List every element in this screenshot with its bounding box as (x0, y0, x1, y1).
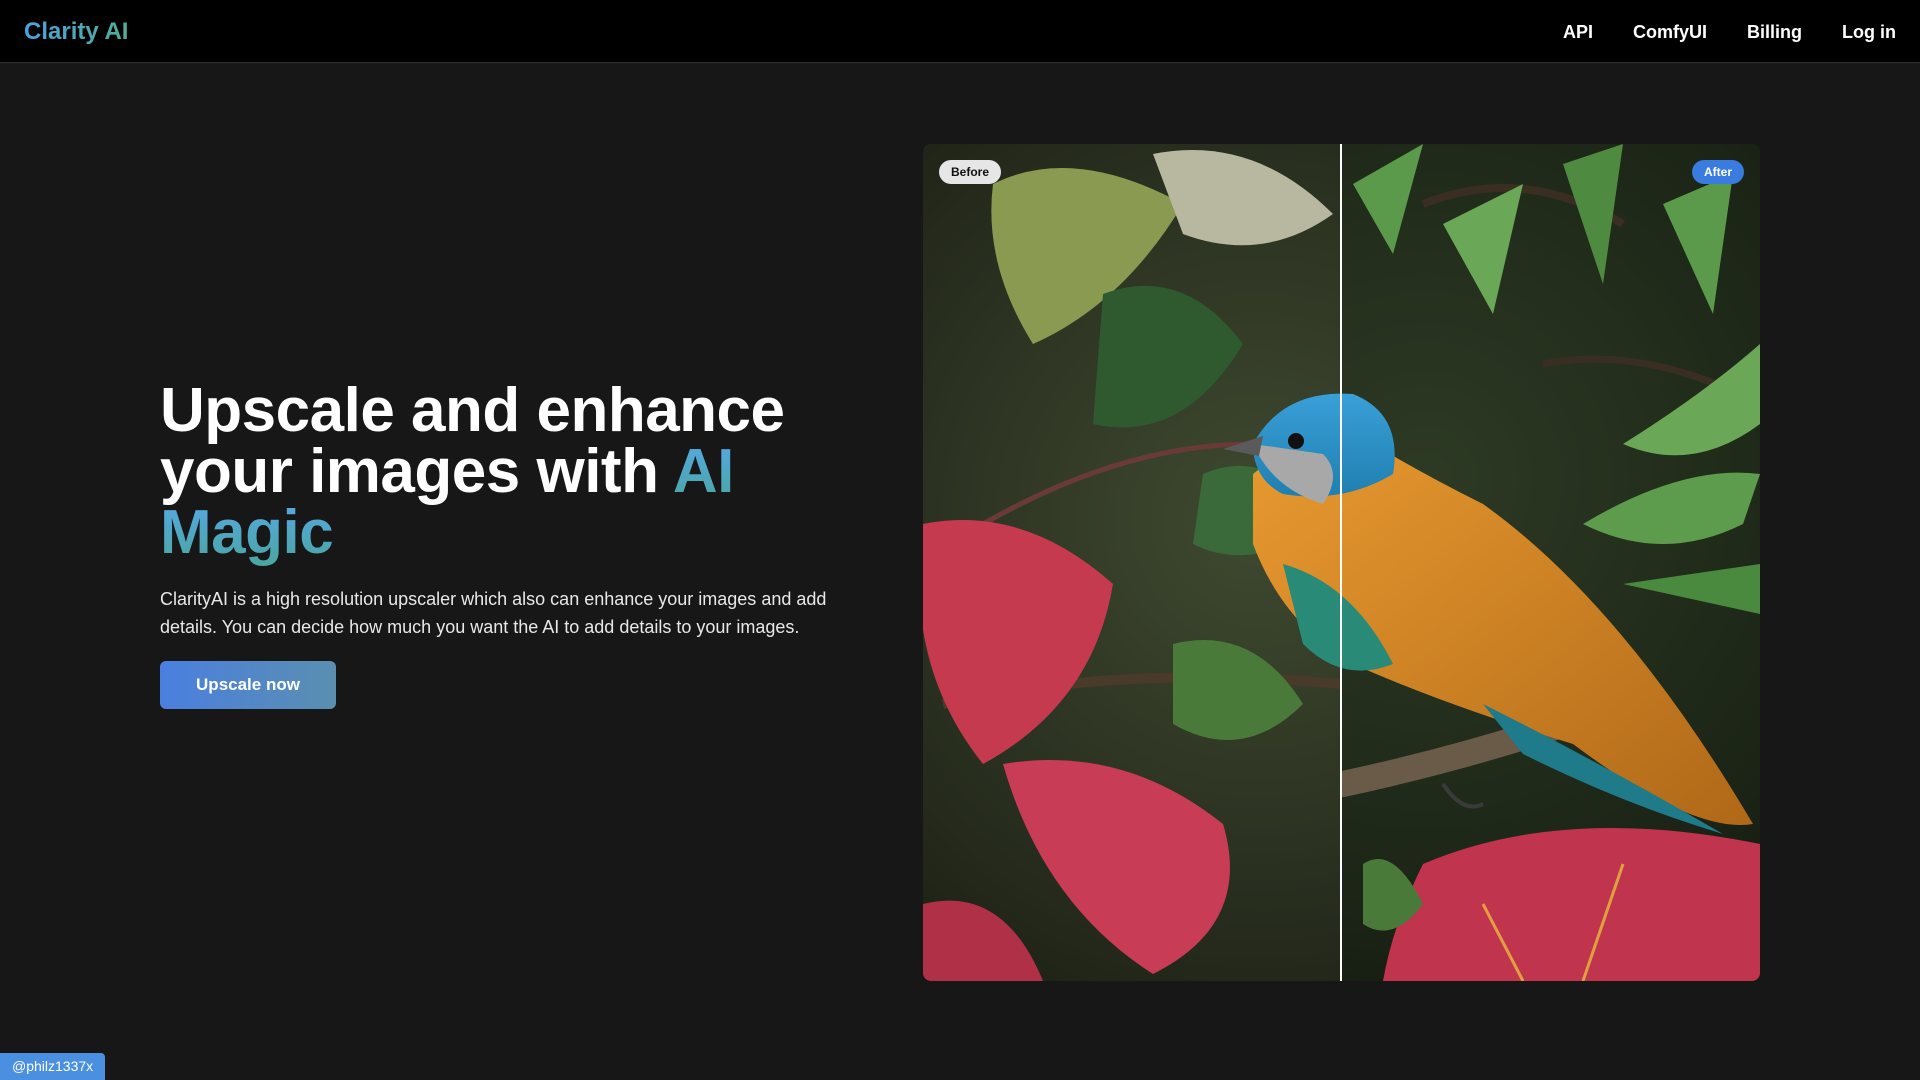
after-badge: After (1691, 160, 1744, 184)
before-badge: Before (939, 160, 1002, 184)
hero-description: ClarityAI is a high resolution upscaler … (160, 589, 827, 637)
upscale-now-button[interactable]: Upscale now (160, 661, 336, 709)
brand-logo[interactable]: Clarity AI (24, 18, 128, 46)
nav-link-api[interactable]: API (1563, 20, 1593, 44)
nav-link-comfyui[interactable]: ComfyUI (1633, 20, 1707, 44)
headline-accent-magic: Magic (160, 498, 334, 567)
hero-headline: Upscale and enhance your images with AI … (160, 380, 860, 564)
before-after-comparison[interactable]: Before After (923, 144, 1760, 981)
navbar: Clarity AI API ComfyUI Billing Log in (0, 0, 1920, 63)
headline-accent-ai: AI (672, 437, 735, 506)
comparison-slider-handle[interactable] (1340, 144, 1342, 981)
headline-line-2: your images with (160, 437, 673, 506)
headline-line-1: Upscale and enhance (160, 376, 785, 445)
nav-link-login[interactable]: Log in (1842, 20, 1896, 44)
nav-links: API ComfyUI Billing Log in (1563, 20, 1896, 44)
hero-section: Upscale and enhance your images with AI … (160, 380, 860, 641)
author-credit-link[interactable]: @philz1337x (0, 1053, 106, 1080)
nav-link-billing[interactable]: Billing (1747, 20, 1802, 44)
